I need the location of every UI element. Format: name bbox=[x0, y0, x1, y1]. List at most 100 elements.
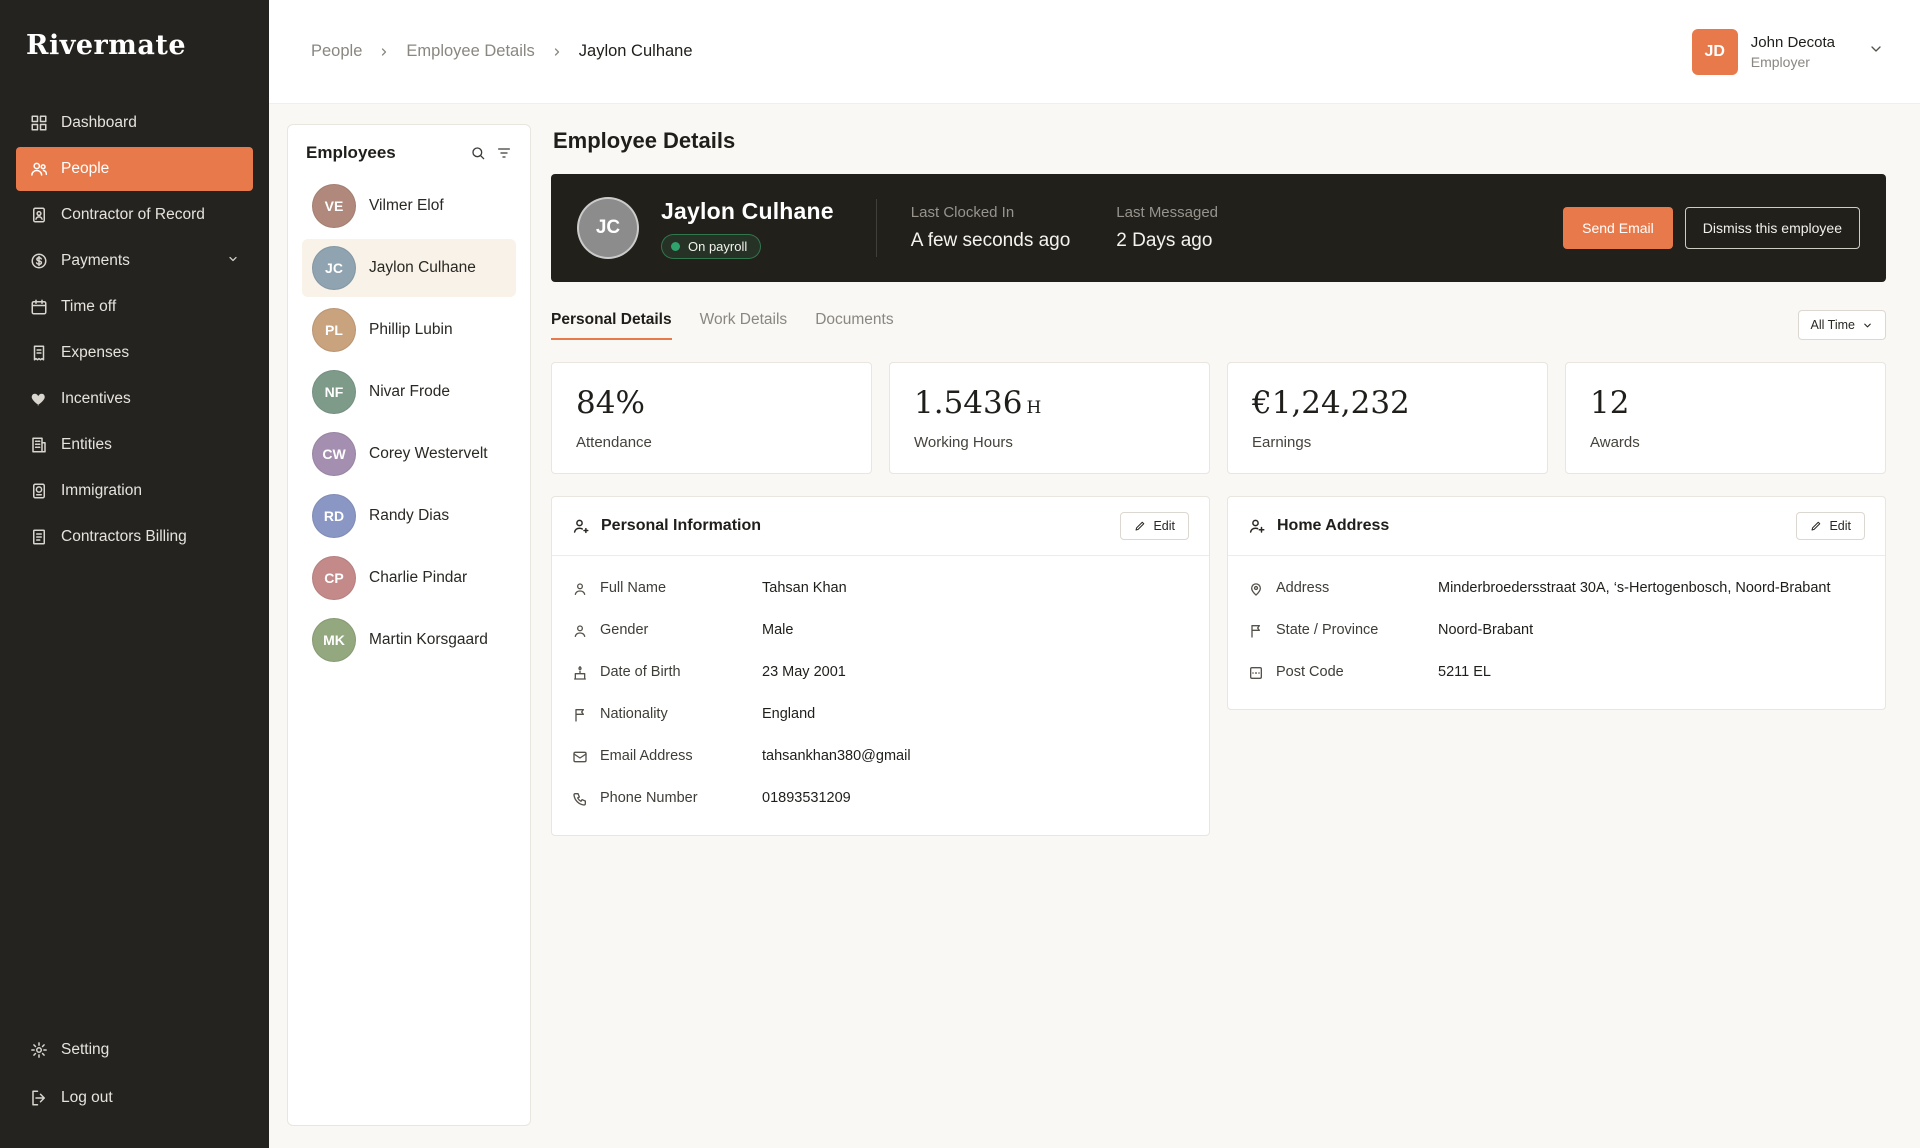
list-item-employee[interactable]: NF Nivar Frode bbox=[302, 363, 516, 421]
tab-work-details[interactable]: Work Details bbox=[700, 311, 788, 340]
field-value: tahsankhan380@gmail bbox=[762, 748, 911, 764]
app-logo: Rivermate bbox=[26, 30, 243, 61]
logout-icon bbox=[30, 1089, 48, 1107]
field-label: Gender bbox=[600, 622, 750, 638]
sidebar-item-label: Dashboard bbox=[61, 114, 137, 132]
last-clocked-in-label: Last Clocked In bbox=[911, 204, 1071, 221]
billing-icon bbox=[30, 528, 48, 546]
stat-card-awards: 12 Awards bbox=[1565, 362, 1886, 474]
field-label: Email Address bbox=[600, 748, 750, 764]
tab-personal-details[interactable]: Personal Details bbox=[551, 311, 672, 340]
stat-label: Awards bbox=[1590, 434, 1861, 451]
last-messaged-block: Last Messaged 2 Days ago bbox=[1116, 204, 1218, 252]
stat-label: Working Hours bbox=[914, 434, 1185, 451]
sidebar-item-time-off[interactable]: Time off bbox=[16, 285, 253, 329]
chevron-right-icon bbox=[378, 46, 390, 58]
id-badge-icon bbox=[30, 206, 48, 224]
sidebar-item-contractors-billing[interactable]: Contractors Billing bbox=[16, 515, 253, 559]
edit-label: Edit bbox=[1829, 519, 1851, 533]
user-meta: John Decota Employer bbox=[1751, 34, 1835, 70]
status-label: On payroll bbox=[688, 239, 747, 254]
status-dot-icon bbox=[671, 242, 680, 251]
sidebar-item-logout[interactable]: Log out bbox=[16, 1076, 253, 1120]
sidebar-item-incentives[interactable]: Incentives bbox=[16, 377, 253, 421]
breadcrumb-people[interactable]: People bbox=[311, 42, 362, 61]
field-value: 23 May 2001 bbox=[762, 664, 846, 680]
people-icon bbox=[30, 160, 48, 178]
sidebar-item-entities[interactable]: Entities bbox=[16, 423, 253, 467]
sidebar-item-label: Contractors Billing bbox=[61, 528, 187, 546]
status-badge: On payroll bbox=[661, 234, 761, 259]
pencil-icon bbox=[1134, 520, 1146, 532]
receipt-icon bbox=[30, 344, 48, 362]
avatar: RD bbox=[312, 494, 356, 538]
breadcrumb-employee-details[interactable]: Employee Details bbox=[406, 42, 534, 61]
info-row-full-name: Full Name Tahsan Khan bbox=[572, 580, 1189, 597]
stat-card-attendance: 84% Attendance bbox=[551, 362, 872, 474]
list-item-employee[interactable]: MK Martin Korsgaard bbox=[302, 611, 516, 669]
dashboard-icon bbox=[30, 114, 48, 132]
avatar: CW bbox=[312, 432, 356, 476]
sidebar-footer: Setting Log out bbox=[16, 1028, 253, 1120]
sidebar-item-setting[interactable]: Setting bbox=[16, 1028, 253, 1072]
stat-card-working-hours: 1.5436H Working Hours bbox=[889, 362, 1210, 474]
avatar: CP bbox=[312, 556, 356, 600]
info-row-gender: Gender Male bbox=[572, 622, 1189, 639]
list-item-employee[interactable]: VE Vilmer Elof bbox=[302, 177, 516, 235]
employee-profile-card: JC Jaylon Culhane On payroll Last Clocke… bbox=[551, 174, 1886, 282]
stats-row: 84% Attendance 1.5436H Working Hours €1,… bbox=[551, 362, 1886, 474]
avatar: JC bbox=[312, 246, 356, 290]
time-filter-dropdown[interactable]: All Time bbox=[1798, 310, 1886, 340]
gear-icon bbox=[30, 1041, 48, 1059]
info-row-date-of-birth: Date of Birth 23 May 2001 bbox=[572, 664, 1189, 681]
edit-home-address-button[interactable]: Edit bbox=[1796, 512, 1865, 540]
chevron-down-icon bbox=[227, 252, 239, 270]
sidebar-item-immigration[interactable]: Immigration bbox=[16, 469, 253, 513]
sidebar-item-payments[interactable]: Payments bbox=[16, 239, 253, 283]
filter-icon[interactable] bbox=[496, 145, 512, 161]
tabs-row: Personal Details Work Details Documents … bbox=[551, 310, 1886, 340]
list-item-employee[interactable]: PL Phillip Lubin bbox=[302, 301, 516, 359]
sidebar-item-dashboard[interactable]: Dashboard bbox=[16, 101, 253, 145]
info-row-post-code: Post Code 5211 EL bbox=[1248, 664, 1865, 681]
sidebar-item-expenses[interactable]: Expenses bbox=[16, 331, 253, 375]
sidebar-item-label: Expenses bbox=[61, 344, 129, 362]
passport-icon bbox=[30, 482, 48, 500]
info-row-phone: Phone Number 01893531209 bbox=[572, 790, 1189, 807]
sidebar-item-people[interactable]: People bbox=[16, 147, 253, 191]
topbar: People Employee Details Jaylon Culhane J… bbox=[269, 0, 1920, 104]
tab-documents[interactable]: Documents bbox=[815, 311, 893, 340]
user-menu[interactable]: JD John Decota Employer bbox=[1692, 29, 1884, 75]
avatar: JD bbox=[1692, 29, 1738, 75]
employees-panel-title: Employees bbox=[306, 143, 396, 163]
list-item-employee-selected[interactable]: JC Jaylon Culhane bbox=[302, 239, 516, 297]
employees-list: VE Vilmer Elof JC Jaylon Culhane PL Phil… bbox=[302, 177, 516, 669]
last-messaged-label: Last Messaged bbox=[1116, 204, 1218, 221]
list-item-employee[interactable]: RD Randy Dias bbox=[302, 487, 516, 545]
dismiss-employee-button[interactable]: Dismiss this employee bbox=[1685, 207, 1860, 249]
sidebar-item-contractor-of-record[interactable]: Contractor of Record bbox=[16, 193, 253, 237]
flag-icon bbox=[572, 707, 588, 723]
send-email-button[interactable]: Send Email bbox=[1563, 207, 1673, 249]
stat-value: 1.5436 bbox=[914, 385, 1022, 421]
list-item-employee[interactable]: CW Corey Westervelt bbox=[302, 425, 516, 483]
list-item-employee[interactable]: CP Charlie Pindar bbox=[302, 549, 516, 607]
sidebar-item-label: Time off bbox=[61, 298, 116, 316]
employee-name: Jaylon Culhane bbox=[369, 259, 476, 277]
edit-personal-info-button[interactable]: Edit bbox=[1120, 512, 1189, 540]
sidebar-item-label: Payments bbox=[61, 252, 130, 270]
sidebar-nav: Dashboard People Contractor of Record Pa… bbox=[16, 101, 253, 559]
search-icon[interactable] bbox=[470, 145, 486, 161]
field-value: 5211 EL bbox=[1438, 664, 1491, 680]
info-row-address: Address Minderbroedersstraat 30A, ‘s-Her… bbox=[1248, 580, 1865, 597]
phone-icon bbox=[572, 791, 588, 807]
user-card-icon bbox=[572, 517, 590, 535]
employee-name: Phillip Lubin bbox=[369, 321, 453, 339]
sidebar: Rivermate Dashboard People Contractor of… bbox=[0, 0, 269, 1148]
info-grid: Personal Information Edit Full Name Tahs… bbox=[551, 496, 1886, 836]
calendar-icon bbox=[30, 298, 48, 316]
avatar: NF bbox=[312, 370, 356, 414]
user-pin-icon bbox=[1248, 517, 1266, 535]
building-icon bbox=[30, 436, 48, 454]
location-icon bbox=[1248, 581, 1264, 597]
